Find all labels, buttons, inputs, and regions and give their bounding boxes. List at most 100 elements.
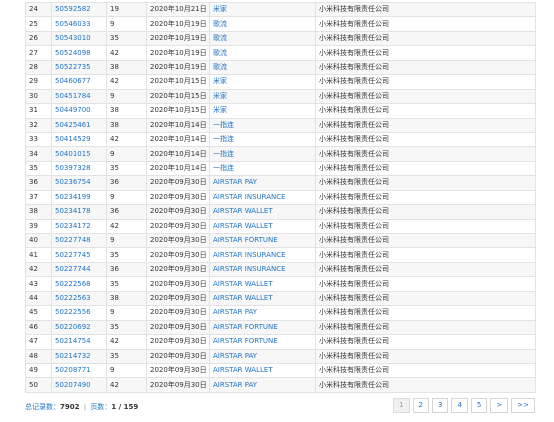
table-row: 45 50222556 9 2020年09月30日 AIRSTAR PAY 小米科技有限责… xyxy=(25,305,536,321)
row-number: 25 xyxy=(25,16,52,32)
trademark-name-link[interactable]: 歌流 xyxy=(209,45,316,61)
table-row: 47 50214754 42 2020年09月30日 AIRSTAR FORTUNE 小米… xyxy=(25,334,536,350)
registration-number-link[interactable]: 50222556 xyxy=(51,305,107,321)
trademark-name-link[interactable]: AIRSTAR PAY xyxy=(209,348,316,364)
registration-number-link[interactable]: 50414529 xyxy=(51,131,107,148)
trademark-name-link[interactable]: AIRSTAR PAY xyxy=(209,305,316,321)
trademark-name-link[interactable]: AIRSTAR FORTUNE xyxy=(209,334,316,350)
class-number: 42 xyxy=(106,131,147,148)
trademark-name-link[interactable]: AIRSTAR FORTUNE xyxy=(209,232,316,249)
row-number: 39 xyxy=(25,218,52,235)
page-button-1[interactable]: 1 xyxy=(393,398,410,413)
registration-number-link[interactable]: 50208771 xyxy=(51,362,107,379)
trademark-name-link[interactable]: 歌流 xyxy=(209,59,316,76)
class-number: 36 xyxy=(106,261,147,278)
trademark-name-link[interactable]: AIRSTAR FORTUNE xyxy=(209,319,316,336)
registration-number-link[interactable]: 50234199 xyxy=(51,189,107,206)
registration-number-link[interactable]: 50522735 xyxy=(51,59,107,76)
applicant-name: 小米科技有限责任公司 xyxy=(315,1,536,18)
trademark-name-link[interactable]: AIRSTAR WALLET xyxy=(209,290,316,307)
trademark-name-link[interactable]: AIRSTAR INSURANCE xyxy=(209,261,316,278)
application-date: 2020年10月19日 xyxy=(146,45,210,61)
registration-number-link[interactable]: 50214754 xyxy=(51,334,107,350)
page-button-2[interactable]: 2 xyxy=(412,398,429,413)
last-page-button[interactable]: >> xyxy=(511,398,535,413)
registration-number-link[interactable]: 50543010 xyxy=(51,30,107,47)
class-number: 9 xyxy=(106,16,147,32)
trademark-name-link[interactable]: 一指连 xyxy=(209,131,316,148)
applicant-name: 小米科技有限责任公司 xyxy=(315,30,536,47)
registration-number-link[interactable]: 50236754 xyxy=(51,175,107,191)
row-number: 31 xyxy=(25,103,52,119)
page-button-5[interactable]: 5 xyxy=(470,398,488,413)
table-row: 46 50220692 35 2020年09月30日 AIRSTAR FORTUNE 小米… xyxy=(25,319,536,336)
class-number: 9 xyxy=(106,232,147,249)
trademark-name-link[interactable]: AIRSTAR INSURANCE xyxy=(209,247,316,263)
registration-number-link[interactable]: 50227748 xyxy=(51,232,107,249)
trademark-name-link[interactable]: 米家 xyxy=(209,74,316,90)
registration-number-link[interactable]: 50227744 xyxy=(51,261,107,278)
applicant-name: 小米科技有限责任公司 xyxy=(315,362,536,379)
trademark-name-link[interactable]: AIRSTAR WALLET xyxy=(209,204,316,220)
trademark-name-link[interactable]: AIRSTAR PAY xyxy=(209,175,316,191)
registration-number-link[interactable]: 50524098 xyxy=(51,45,107,61)
table-row: 35 50397328 35 2020年10月14日 一指连 小米科技有限责任公司 xyxy=(25,160,536,177)
class-number: 35 xyxy=(106,348,147,364)
table-row: 25 50546033 9 2020年10月19日 歌流 小米科技有限责任公司 xyxy=(25,16,536,32)
row-number: 26 xyxy=(25,30,52,47)
trademark-name-link[interactable]: 一指连 xyxy=(209,117,316,133)
row-number: 41 xyxy=(25,247,52,263)
trademark-name-link[interactable]: AIRSTAR WALLET xyxy=(209,362,316,379)
trademark-name-link[interactable]: 一指连 xyxy=(209,146,316,162)
registration-number-link[interactable]: 50234178 xyxy=(51,204,107,220)
class-number: 9 xyxy=(106,146,147,162)
registration-number-link[interactable]: 50227745 xyxy=(51,247,107,263)
registration-number-link[interactable]: 50460677 xyxy=(51,74,107,90)
registration-number-link[interactable]: 50592582 xyxy=(51,1,107,18)
trademark-name-link[interactable]: 一指连 xyxy=(209,160,316,177)
next-page-button[interactable]: > xyxy=(490,398,509,413)
registration-number-link[interactable]: 50397328 xyxy=(51,160,107,177)
page-button-4[interactable]: 4 xyxy=(451,398,468,413)
registration-number-link[interactable]: 50220692 xyxy=(51,319,107,336)
trademark-name-link[interactable]: 歌流 xyxy=(209,16,316,32)
trademark-name-link[interactable]: AIRSTAR INSURANCE xyxy=(209,189,316,206)
applicant-name: 小米科技有限责任公司 xyxy=(315,218,536,235)
registration-number-link[interactable]: 50546033 xyxy=(51,16,107,32)
application-date: 2020年10月19日 xyxy=(146,16,210,32)
pagination: 1 2 3 4 5 > >> xyxy=(393,398,535,413)
trademark-name-link[interactable]: AIRSTAR PAY xyxy=(209,377,316,393)
applicant-name: 小米科技有限责任公司 xyxy=(315,103,536,119)
trademark-name-link[interactable]: AIRSTAR WALLET xyxy=(209,218,316,235)
table-row: 38 50234178 36 2020年09月30日 AIRSTAR WALLET 小米科… xyxy=(25,204,536,220)
applicant-name: 小米科技有限责任公司 xyxy=(315,204,536,220)
registration-number-link[interactable]: 50234172 xyxy=(51,218,107,235)
registration-number-link[interactable]: 50425461 xyxy=(51,117,107,133)
class-number: 19 xyxy=(106,1,147,18)
registration-number-link[interactable]: 50222563 xyxy=(51,290,107,307)
application-date: 2020年10月15日 xyxy=(146,74,210,90)
trademark-name-link[interactable]: 米家 xyxy=(209,1,316,18)
trademark-name-link[interactable]: 米家 xyxy=(209,88,316,105)
applicant-name: 小米科技有限责任公司 xyxy=(315,247,536,263)
registration-number-link[interactable]: 50222568 xyxy=(51,276,107,292)
trademark-name-link[interactable]: 歌流 xyxy=(209,30,316,47)
registration-number-link[interactable]: 50214732 xyxy=(51,348,107,364)
row-number: 28 xyxy=(25,59,52,76)
registration-number-link[interactable]: 50451784 xyxy=(51,88,107,105)
summary-separator: | xyxy=(83,403,87,411)
trademark-name-link[interactable]: 米家 xyxy=(209,103,316,119)
page-button-3[interactable]: 3 xyxy=(431,398,449,413)
class-number: 9 xyxy=(106,189,147,206)
row-number: 30 xyxy=(25,88,52,105)
application-date: 2020年09月30日 xyxy=(146,305,210,321)
registration-number-link[interactable]: 50207490 xyxy=(51,377,107,393)
trademark-table-body: 24 50592582 19 2020年10月21日 米家 小米科技有限责任公司 25 505… xyxy=(25,1,536,393)
class-number: 42 xyxy=(106,334,147,350)
trademark-name-link[interactable]: AIRSTAR WALLET xyxy=(209,276,316,292)
row-number: 35 xyxy=(25,160,52,177)
table-row: 42 50227744 36 2020年09月30日 AIRSTAR INSURANCE… xyxy=(25,261,536,278)
table-row: 31 50449700 38 2020年10月15日 米家 小米科技有限责任公司 xyxy=(25,103,536,119)
registration-number-link[interactable]: 50401015 xyxy=(51,146,107,162)
registration-number-link[interactable]: 50449700 xyxy=(51,103,107,119)
